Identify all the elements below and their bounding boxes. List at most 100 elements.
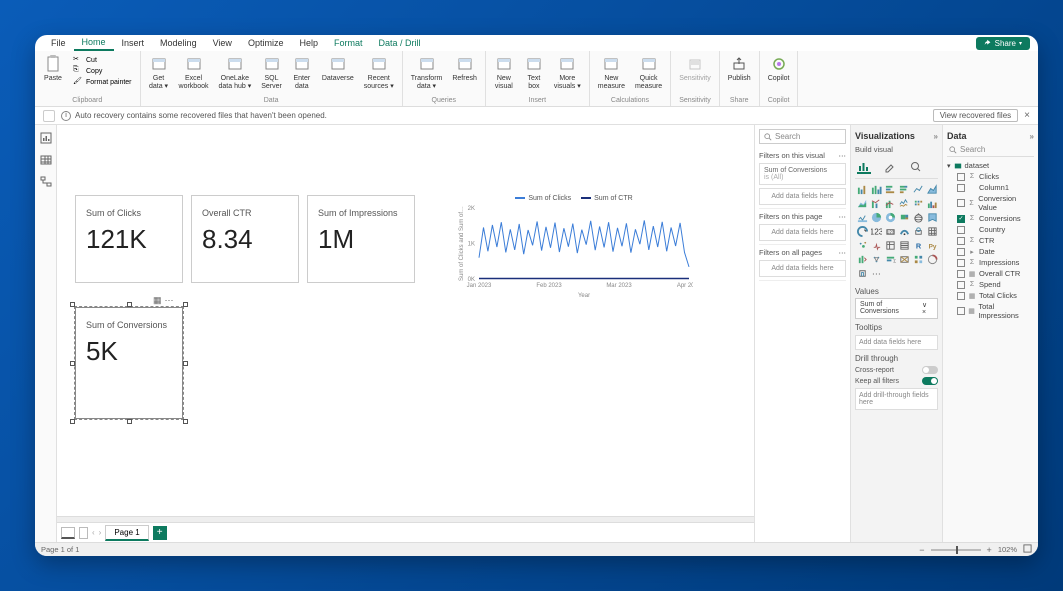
line-chart-visual[interactable]: Sum of ClicksSum of CTRSum of Clicks and…	[455, 195, 693, 300]
page-nav-next[interactable]: ›	[99, 528, 102, 537]
viz-type-10[interactable]	[912, 197, 924, 209]
viz-tab-build[interactable]	[857, 160, 871, 174]
field-clicks[interactable]: ΣClicks	[957, 171, 1034, 182]
values-field-well[interactable]: Sum of Conversions∨ ×	[855, 298, 938, 319]
field-ctr[interactable]: ΣCTR	[957, 235, 1034, 246]
dataverse-button[interactable]: Dataverse	[318, 53, 358, 96]
menu-home[interactable]: Home	[74, 35, 114, 51]
checkbox[interactable]	[957, 237, 965, 245]
transform-data-button[interactable]: Transform data ▾	[407, 53, 447, 96]
checkbox[interactable]	[957, 270, 965, 278]
copilot-button[interactable]: Copilot	[764, 53, 794, 96]
desktop-layout-icon[interactable]	[61, 527, 75, 539]
table-node[interactable]: ▾ dataset	[947, 160, 1034, 171]
recent-sources-button[interactable]: Recent sources ▾	[360, 53, 398, 96]
drillthrough-field-well[interactable]: Add drill-through fields here	[855, 388, 938, 410]
data-pane-header[interactable]: Data»	[947, 129, 1034, 143]
viz-type-29[interactable]: Py	[926, 239, 938, 251]
field-date[interactable]: ▸Date	[957, 246, 1034, 257]
viz-type-27[interactable]	[898, 239, 910, 251]
viz-type-28[interactable]: R	[912, 239, 924, 251]
new-visual-button[interactable]: New visual	[490, 53, 518, 96]
checkbox[interactable]	[957, 248, 965, 256]
cross-report-toggle[interactable]	[922, 366, 938, 374]
viz-tab-analytics[interactable]	[909, 160, 923, 174]
viz-type-36[interactable]	[856, 267, 868, 279]
fit-to-page-button[interactable]	[1023, 544, 1032, 555]
viz-type-17[interactable]	[926, 211, 938, 223]
zoom-in-button[interactable]: +	[987, 545, 992, 555]
viz-type-22[interactable]	[912, 225, 924, 237]
field-total-impressions[interactable]: ▦Total Impressions	[957, 301, 1034, 321]
viz-type-30[interactable]	[856, 253, 868, 265]
enter-data-button[interactable]: Enter data	[288, 53, 316, 96]
menu-file[interactable]: File	[43, 36, 74, 50]
viz-type-21[interactable]	[898, 225, 910, 237]
viz-type-33[interactable]	[898, 253, 910, 265]
menu-help[interactable]: Help	[291, 36, 326, 50]
card-visual-2[interactable]: Sum of Impressions1M	[307, 195, 415, 283]
checkbox[interactable]	[957, 184, 965, 192]
publish-button[interactable]: Publish	[724, 53, 755, 96]
report-view-rail-icon[interactable]	[40, 131, 52, 143]
field-conversions[interactable]: ✓ΣConversions	[957, 213, 1034, 224]
focus-mode-icon[interactable]: ▦	[153, 295, 162, 306]
checkbox[interactable]	[957, 226, 965, 234]
add-filter-field[interactable]: Add data fields here	[759, 224, 846, 241]
field-total-clicks[interactable]: ▦Total Clicks	[957, 290, 1034, 301]
card-visual-0[interactable]: Sum of Clicks121K	[75, 195, 183, 283]
viz-type-5[interactable]	[926, 183, 938, 195]
table-view-rail-icon[interactable]	[40, 153, 52, 165]
viz-type-9[interactable]	[898, 197, 910, 209]
card-visual-3[interactable]: Sum of Conversions5K	[75, 307, 183, 419]
field-impressions[interactable]: ΣImpressions	[957, 257, 1034, 268]
menu-view[interactable]: View	[205, 36, 240, 50]
viz-type-4[interactable]	[912, 183, 924, 195]
checkbox[interactable]	[957, 307, 965, 315]
menu-format[interactable]: Format	[326, 36, 371, 50]
field-column1[interactable]: Column1	[957, 182, 1034, 193]
get-data-button[interactable]: Get data ▾	[145, 53, 173, 96]
model-view-rail-icon[interactable]	[40, 175, 52, 187]
new-measure-button[interactable]: New measure	[594, 53, 629, 96]
share-button[interactable]: Share ▾	[976, 37, 1030, 50]
viz-type-26[interactable]	[884, 239, 896, 251]
zoom-slider[interactable]	[931, 549, 981, 551]
zoom-out-button[interactable]: −	[919, 545, 924, 555]
viz-type-2[interactable]	[884, 183, 896, 195]
menu-optimize[interactable]: Optimize	[240, 36, 292, 50]
viz-type-37[interactable]: ⋯	[870, 267, 882, 279]
viz-type-34[interactable]	[912, 253, 924, 265]
viz-type-20[interactable]: 123	[884, 225, 896, 237]
viz-type-15[interactable]	[898, 211, 910, 223]
viz-type-19[interactable]: 123	[870, 225, 882, 237]
viz-type-23[interactable]	[926, 225, 938, 237]
report-canvas[interactable]: Sum of Clicks121KOverall CTR8.34Sum of I…	[57, 125, 754, 516]
field-country[interactable]: Country	[957, 224, 1034, 235]
checkbox[interactable]	[957, 259, 965, 267]
sensitivity-button[interactable]: Sensitivity	[675, 53, 715, 96]
checkbox[interactable]	[957, 173, 965, 181]
viz-type-3[interactable]	[898, 183, 910, 195]
viz-type-32[interactable]: Σ	[884, 253, 896, 265]
menu-modeling[interactable]: Modeling	[152, 36, 205, 50]
viz-type-31[interactable]	[870, 253, 882, 265]
viz-tab-format[interactable]	[883, 160, 897, 174]
mobile-layout-icon[interactable]	[79, 527, 88, 539]
data-search[interactable]: Search	[947, 143, 1034, 157]
checkbox[interactable]	[957, 199, 965, 207]
viz-type-7[interactable]	[870, 197, 882, 209]
more-options-icon[interactable]: ⋯	[165, 295, 174, 306]
page-tab-1[interactable]: Page 1	[105, 525, 148, 541]
field-overall-ctr[interactable]: ▦Overall CTR	[957, 268, 1034, 279]
viz-type-18[interactable]	[856, 225, 868, 237]
viz-type-12[interactable]	[856, 211, 868, 223]
add-filter-field[interactable]: Add data fields here	[759, 260, 846, 277]
viz-type-14[interactable]	[884, 211, 896, 223]
viz-type-16[interactable]	[912, 211, 924, 223]
close-info-button[interactable]: ×	[1024, 110, 1030, 121]
viz-type-6[interactable]	[856, 197, 868, 209]
viz-type-35[interactable]	[926, 253, 938, 265]
viz-pane-header[interactable]: Visualizations»	[855, 129, 938, 143]
copy-button[interactable]: ⎘Copy	[73, 66, 132, 76]
